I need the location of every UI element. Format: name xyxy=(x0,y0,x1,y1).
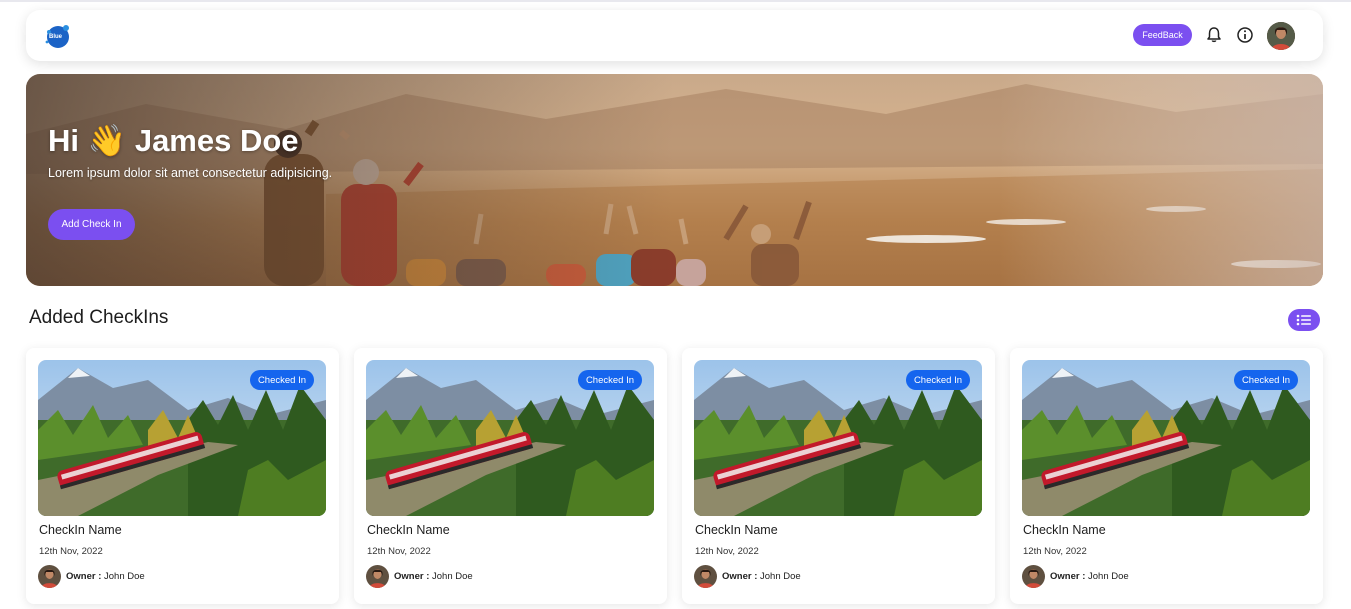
status-badge: Checked In xyxy=(577,370,642,390)
checkin-card[interactable]: Checked In CheckIn Name 12th Nov, 2022 O… xyxy=(354,348,667,604)
list-view-toggle[interactable] xyxy=(1288,309,1320,331)
checkin-image: Checked In xyxy=(38,360,326,516)
checkin-image: Checked In xyxy=(694,360,982,516)
greeting-heading: Hi 👋 James Doe xyxy=(48,123,299,158)
owner-label: Owner : xyxy=(66,571,102,582)
owner-label: Owner : xyxy=(722,571,758,582)
hero-background-image xyxy=(26,74,1323,286)
section-title: Added CheckIns xyxy=(29,307,169,328)
owner-label: Owner : xyxy=(394,571,430,582)
owner-info: Owner : John Doe xyxy=(66,571,145,582)
checkin-name: CheckIn Name xyxy=(695,523,778,537)
checkin-name: CheckIn Name xyxy=(39,523,122,537)
owner-name: John Doe xyxy=(760,571,801,582)
checkin-date: 12th Nov, 2022 xyxy=(1023,546,1087,557)
top-border xyxy=(0,0,1351,2)
checkin-date: 12th Nov, 2022 xyxy=(695,546,759,557)
status-badge: Checked In xyxy=(905,370,970,390)
owner-info: Owner : John Doe xyxy=(722,571,801,582)
checkin-name: CheckIn Name xyxy=(367,523,450,537)
owner-name: John Doe xyxy=(432,571,473,582)
checkin-name: CheckIn Name xyxy=(1023,523,1106,537)
owner-avatar xyxy=(366,565,389,588)
checkin-date: 12th Nov, 2022 xyxy=(39,546,103,557)
info-icon[interactable] xyxy=(1235,25,1255,45)
checkin-image: Checked In xyxy=(366,360,654,516)
status-badge: Checked In xyxy=(249,370,314,390)
list-icon xyxy=(1296,314,1311,326)
owner-info: Owner : John Doe xyxy=(1050,571,1129,582)
owner-avatar xyxy=(1022,565,1045,588)
checkin-card[interactable]: Checked In CheckIn Name 12th Nov, 2022 O… xyxy=(682,348,995,604)
owner-avatar xyxy=(38,565,61,588)
status-badge: Checked In xyxy=(1233,370,1298,390)
owner-label: Owner : xyxy=(1050,571,1086,582)
hero-banner: Hi 👋 James Doe Lorem ipsum dolor sit ame… xyxy=(26,74,1323,286)
greeting-subtitle: Lorem ipsum dolor sit amet consectetur a… xyxy=(48,166,333,180)
bell-icon[interactable] xyxy=(1204,25,1224,45)
owner-name: John Doe xyxy=(104,571,145,582)
checkin-image: Checked In xyxy=(1022,360,1310,516)
top-navbar: Blue FeedBack xyxy=(26,10,1323,61)
feedback-button[interactable]: FeedBack xyxy=(1133,24,1192,46)
owner-info: Owner : John Doe xyxy=(394,571,473,582)
checkin-card[interactable]: Checked In CheckIn Name 12th Nov, 2022 O… xyxy=(1010,348,1323,604)
user-avatar[interactable] xyxy=(1267,22,1295,50)
add-checkin-button[interactable]: Add Check In xyxy=(48,209,135,240)
owner-name: John Doe xyxy=(1088,571,1129,582)
checkin-card[interactable]: Checked In CheckIn Name 12th Nov, 2022 O… xyxy=(26,348,339,604)
checkin-date: 12th Nov, 2022 xyxy=(367,546,431,557)
logo-text: Blue xyxy=(49,34,63,40)
owner-avatar xyxy=(694,565,717,588)
